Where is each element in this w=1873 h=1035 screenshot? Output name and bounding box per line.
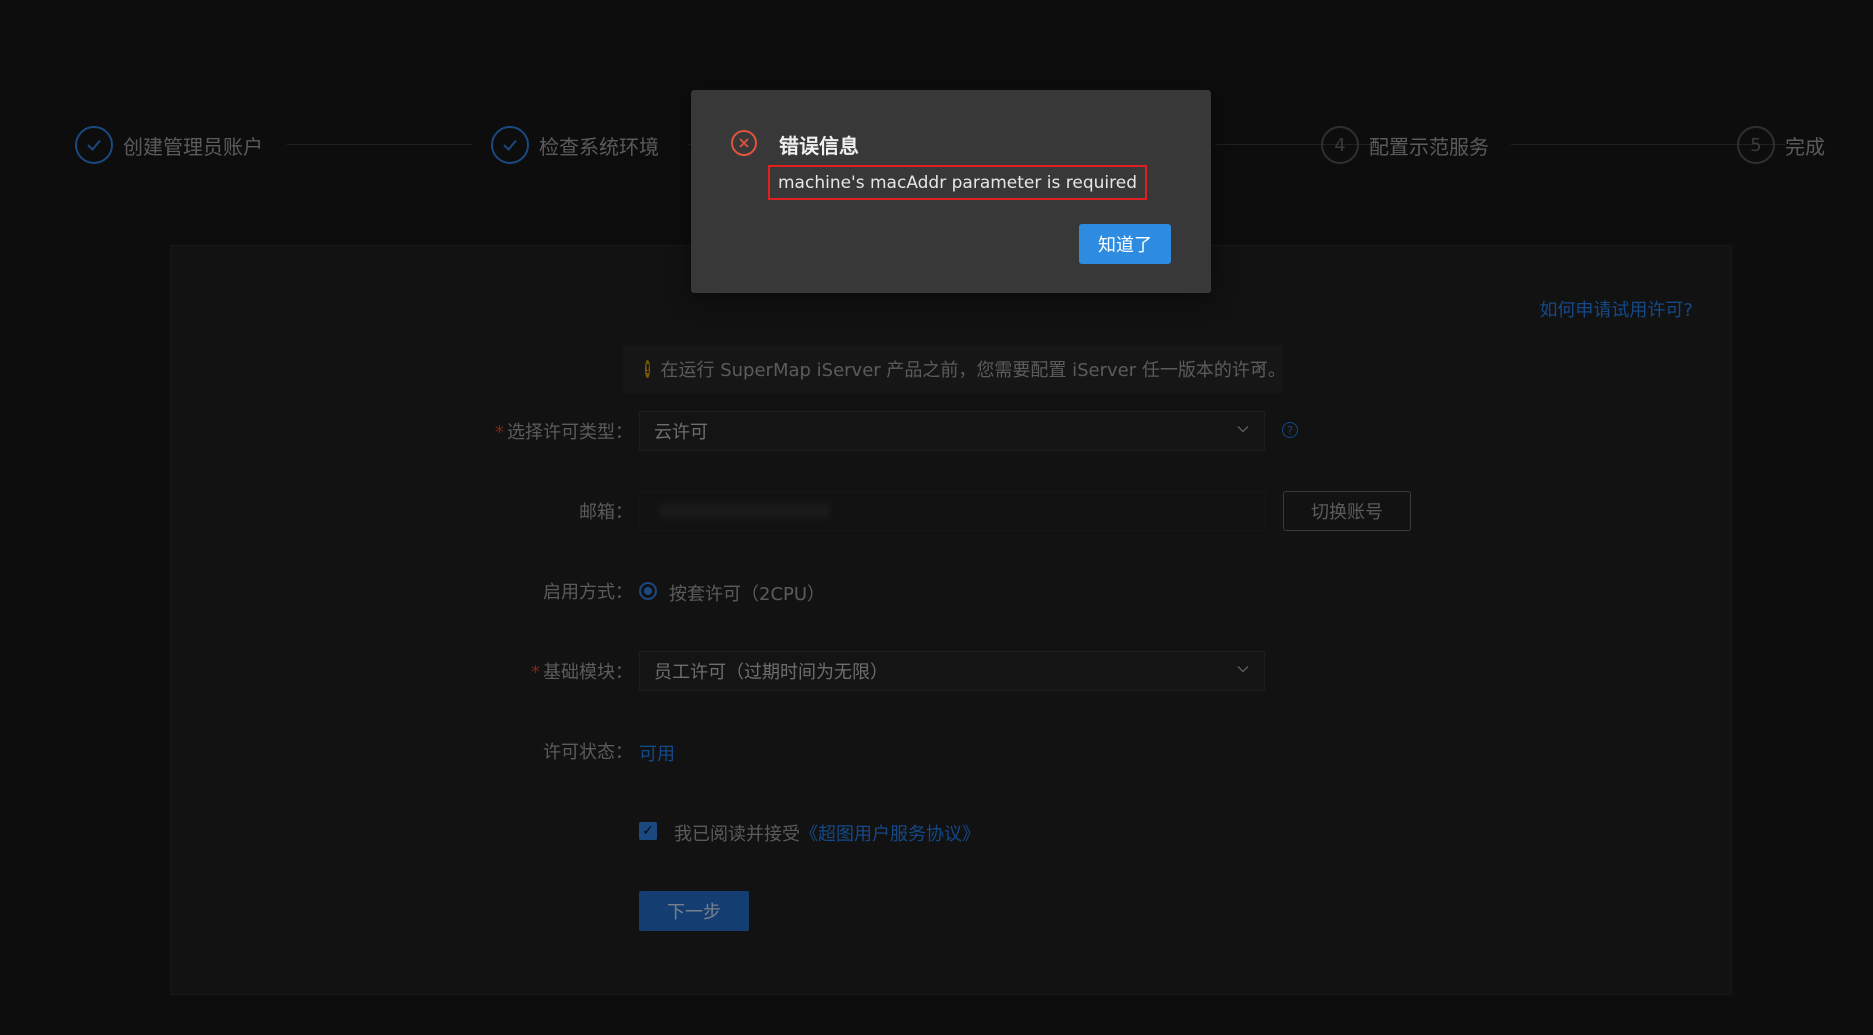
- page: 创建管理员账户 检查系统环境 4 配置示范服务 5 完成 如何申请试用许可? !…: [0, 0, 1873, 1035]
- error-modal: 错误信息 machine's macAddr parameter is requ…: [691, 90, 1211, 293]
- error-circle-icon: [731, 130, 757, 156]
- error-message: machine's macAddr parameter is required: [768, 165, 1147, 200]
- ok-button[interactable]: 知道了: [1079, 224, 1171, 264]
- modal-title: 错误信息: [779, 134, 859, 158]
